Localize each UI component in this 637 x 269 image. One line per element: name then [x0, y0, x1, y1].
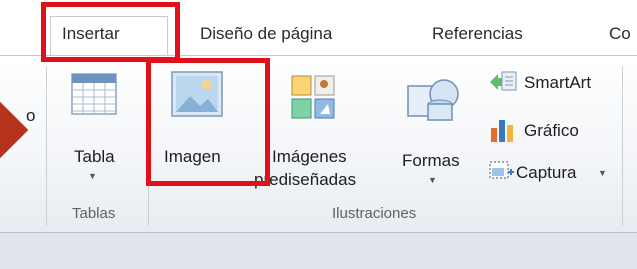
shapes-icon: [407, 79, 459, 121]
group-separator: [46, 66, 47, 226]
group-label-tablas: Tablas: [72, 205, 116, 222]
smartart-button[interactable]: SmartArt: [488, 68, 620, 98]
left-fragment-text: o: [26, 106, 36, 125]
formas-button-label: Formas: [402, 151, 460, 170]
grafico-button-label: Gráfico: [524, 121, 579, 140]
chevron-down-icon: ▼: [428, 175, 437, 185]
tab-partial[interactable]: Co: [609, 22, 631, 46]
imagenes-prediseñadas-button[interactable]: Imágenes prediseñadas: [254, 66, 364, 196]
clipart-icon: [291, 75, 335, 119]
group-separator: [622, 66, 623, 226]
imagenes-label-line1: Imágenes: [272, 147, 347, 166]
highlight-box-insertar: [41, 2, 180, 62]
highlight-box-imagen: [146, 58, 270, 186]
grafico-button[interactable]: Gráfico: [488, 116, 620, 146]
chevron-down-icon: ▼: [598, 168, 607, 178]
chevron-down-icon: ▼: [88, 171, 97, 181]
formas-button[interactable]: Formas ▼: [396, 66, 476, 196]
captura-button-label: Captura: [516, 163, 577, 182]
document-area-band: [0, 233, 637, 269]
chart-icon: [491, 120, 513, 142]
smartart-button-label: SmartArt: [524, 73, 592, 92]
captura-button[interactable]: Captura ▼: [488, 158, 630, 188]
group-label-ilustraciones: Ilustraciones: [332, 205, 417, 222]
screenshot-icon: [489, 161, 514, 179]
table-icon: [71, 73, 117, 115]
smartart-icon: [490, 71, 517, 91]
tab-referencias[interactable]: Referencias: [432, 22, 523, 46]
tabla-button-label: Tabla: [74, 147, 115, 166]
tabla-button[interactable]: Tabla ▼: [64, 66, 124, 196]
tab-diseno-de-pagina[interactable]: Diseño de página: [200, 22, 332, 46]
